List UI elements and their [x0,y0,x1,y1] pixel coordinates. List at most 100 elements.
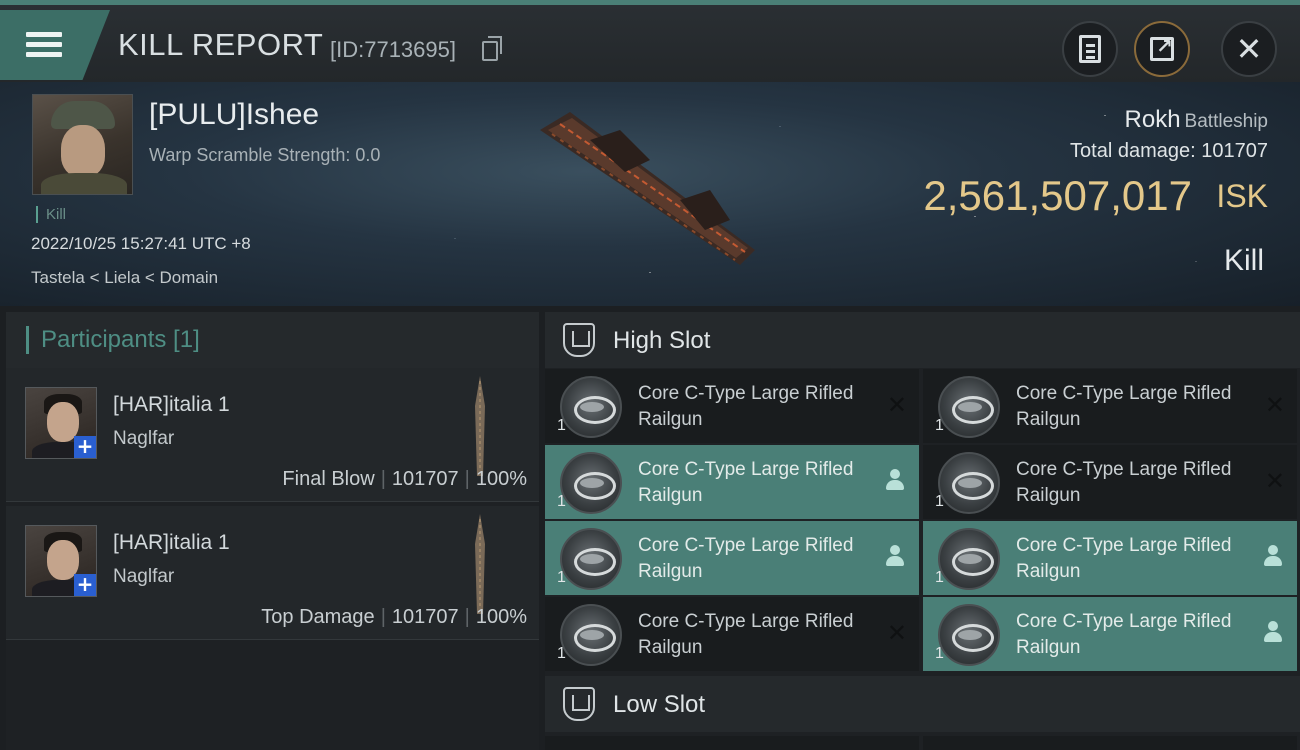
participant-ship: Naglfar [113,566,175,587]
ship-name-text: Rokh [1124,106,1181,133]
low-slot-icon [563,687,595,721]
high-slot-module[interactable]: 1 Core C-Type Large Rifled Railgun ✕ [545,597,919,671]
module-quantity: 1 [557,417,566,434]
high-slot-module[interactable]: 1 Core C-Type Large Rifled Railgun [923,597,1297,671]
module-quantity: 1 [935,417,944,434]
railgun-icon [560,604,622,666]
kill-datetime: 2022/10/25 15:27:41 UTC +8 [31,234,251,253]
low-slot-label: Low Slot [613,691,706,718]
add-contact-icon[interactable]: + [74,436,96,458]
module-name: Core C-Type Large Rifled Railgun [638,611,854,658]
total-damage-label: Total damage: [1070,140,1196,162]
destroyed-x-icon: ✕ [886,391,907,419]
participant-ship-image [475,376,485,476]
high-slot-header: High Slot [545,312,1300,368]
module-quantity: 1 [935,645,944,662]
high-slot-module[interactable]: 1 Core C-Type Large Rifled Railgun [923,521,1297,595]
participant-ship: Naglfar [113,428,175,449]
module-name: Core C-Type Large Rifled Railgun [1016,535,1232,582]
railgun-icon [560,528,622,590]
participant-ship-image [475,514,485,614]
module-quantity: 1 [557,493,566,510]
dropped-person-icon [885,469,905,491]
participant-role: Final Blow [282,468,375,490]
isk-value: 2,561,507,017 [923,172,1192,219]
clipboard-button[interactable] [1062,21,1118,77]
export-icon [1150,34,1174,61]
low-slot-module[interactable] [545,736,919,750]
page-title: KILL REPORT [118,27,324,62]
destroyed-x-icon: ✕ [886,619,907,647]
module-quantity: 1 [557,645,566,662]
dropped-person-icon [885,545,905,567]
railgun-icon [938,604,1000,666]
participant-row[interactable]: + [HAR]italia 1 Naglfar Final Blow | 10170… [6,368,539,502]
fitting-panel: High Slot 1 Core C-Type Large Rifled Rail… [545,312,1300,750]
victim-name[interactable]: [PULU]Ishee [149,98,319,132]
copy-icon[interactable] [482,36,502,61]
ship-class-text: Battleship [1184,111,1268,132]
participant-damage: 101707 [391,606,459,628]
module-quantity: 1 [935,493,944,510]
module-name: Core C-Type Large Rifled Railgun [1016,459,1232,506]
total-damage-value: 101707 [1201,140,1268,162]
victim-banner: [PULU]Ishee Warp Scramble Strength: 0.0 … [0,82,1300,306]
railgun-icon [560,452,622,514]
railgun-icon [938,452,1000,514]
participant-name[interactable]: [HAR]italia 1 [113,531,230,555]
kill-report-window: KILL REPORT [ID:7713695] ✕ [PULU]Ishee W… [0,0,1300,750]
total-damage: Total damage: 101707 [1070,140,1268,163]
destroyed-x-icon: ✕ [1264,467,1285,495]
module-name: Core C-Type Large Rifled Railgun [638,383,854,430]
railgun-icon [938,528,1000,590]
high-slot-module[interactable]: 1 Core C-Type Large Rifled Railgun [545,445,919,519]
victim-ship-name: Rokh Battleship [1125,106,1268,134]
module-quantity: 1 [935,569,944,586]
high-slot-module[interactable]: 1 Core C-Type Large Rifled Railgun ✕ [545,369,919,443]
participant-role: Top Damage [261,606,375,628]
menu-button[interactable] [0,10,110,80]
participant-stats: Top Damage | 101707 | 100% [261,606,527,628]
module-name: Core C-Type Large Rifled Railgun [638,535,854,582]
high-slot-module[interactable]: 1 Core C-Type Large Rifled Railgun ✕ [923,369,1297,443]
high-slot-module[interactable]: 1 Core C-Type Large Rifled Railgun [545,521,919,595]
low-slot-module[interactable] [923,736,1297,750]
victim-portrait[interactable] [32,94,133,195]
kill-location: Tastela < Liela < Domain [31,268,219,287]
module-name: Core C-Type Large Rifled Railgun [638,459,854,506]
railgun-icon [560,376,622,438]
high-slot-icon [563,323,595,357]
low-slot-header: Low Slot [545,676,1300,732]
participant-row[interactable]: + [HAR]italia 1 Naglfar Top Damage | 10170… [6,506,539,640]
result-label: Kill [1223,244,1264,277]
destroyed-x-icon: ✕ [1264,391,1285,419]
kill-tag: Kill [36,206,66,223]
close-button[interactable]: ✕ [1221,21,1277,77]
header-bar: KILL REPORT [ID:7713695] ✕ [0,0,1300,82]
module-quantity: 1 [557,569,566,586]
warp-scramble-strength: Warp Scramble Strength: 0.0 [149,145,381,165]
high-slot-label: High Slot [613,327,711,354]
participant-damage: 101707 [391,468,459,490]
add-contact-icon[interactable]: + [74,574,96,596]
report-id: [ID:7713695] [330,37,456,62]
isk-unit: ISK [1216,178,1268,214]
participant-percent: 100% [475,606,527,628]
module-name: Core C-Type Large Rifled Railgun [1016,383,1232,430]
close-icon: ✕ [1235,30,1263,68]
participants-panel: Participants [1] + [HAR]italia 1 Naglfar… [6,312,539,750]
participant-percent: 100% [475,468,527,490]
clipboard-icon [1079,35,1101,63]
dropped-person-icon [1263,621,1283,643]
railgun-icon [938,376,1000,438]
high-slot-module[interactable]: 1 Core C-Type Large Rifled Railgun ✕ [923,445,1297,519]
export-button[interactable] [1134,21,1190,77]
victim-ship-image[interactable] [530,100,770,270]
participant-name[interactable]: [HAR]italia 1 [113,393,230,417]
participants-title: Participants [1] [26,326,200,354]
hamburger-icon [26,32,62,58]
participants-header: Participants [1] [6,312,539,368]
module-name: Core C-Type Large Rifled Railgun [1016,611,1232,658]
dropped-person-icon [1263,545,1283,567]
participant-stats: Final Blow | 101707 | 100% [282,468,527,490]
